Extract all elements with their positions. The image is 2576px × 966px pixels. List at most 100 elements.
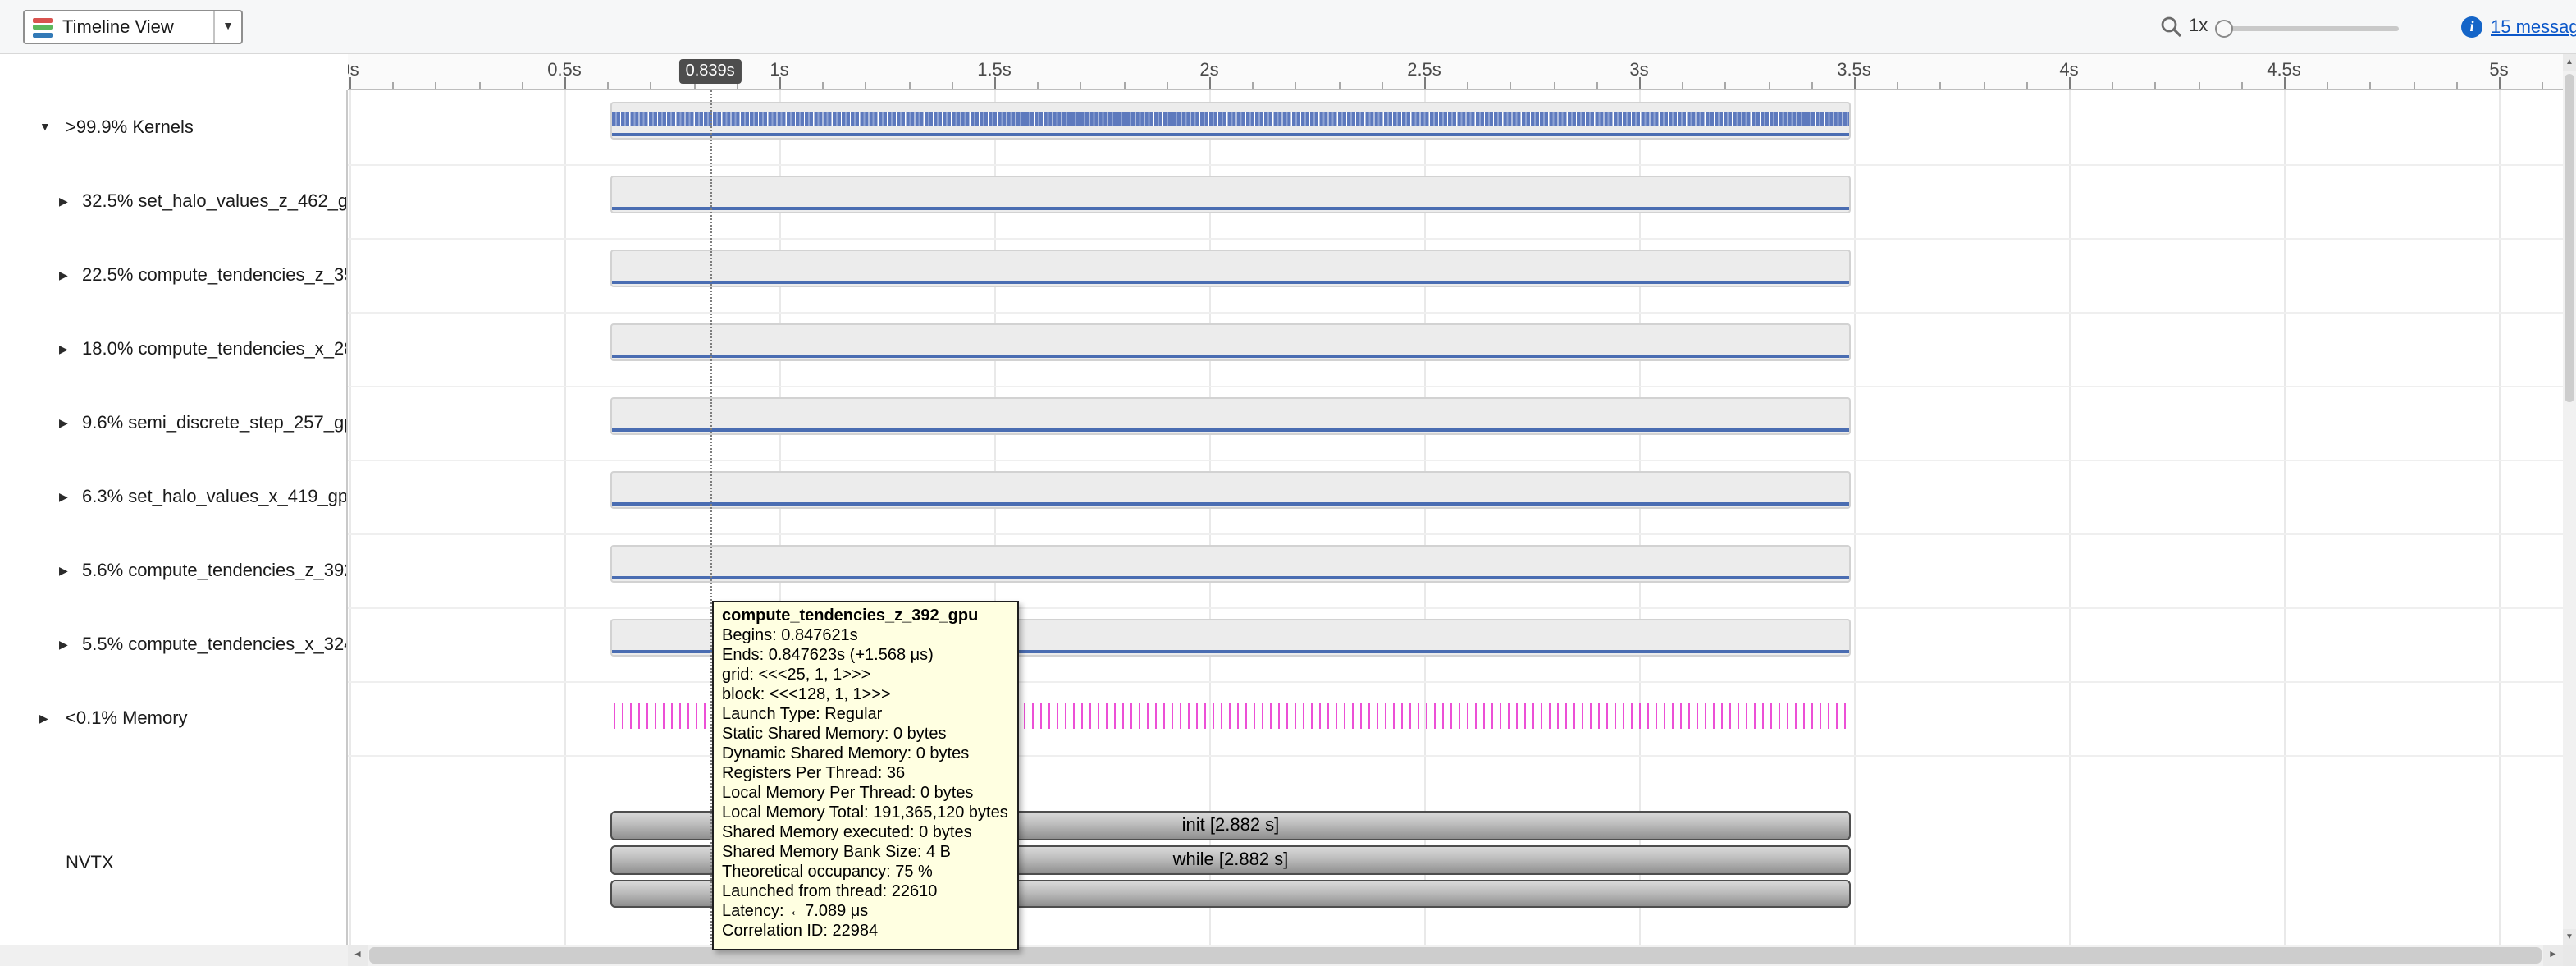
- tooltip-line: Launched from thread: 22610: [722, 883, 1008, 903]
- sidebar-row[interactable]: ▶ 5.6% compute_tendencies_z_392_gpu: [0, 533, 348, 607]
- tooltip-line: grid: <<<25, 1, 1>>>: [722, 666, 1008, 686]
- tooltip-line: Begins: 0.847621s: [722, 627, 1008, 647]
- tree-collapsed-icon[interactable]: ▶: [59, 195, 68, 208]
- ruler-tick-mark: [349, 77, 351, 89]
- tooltip-line: Local Memory Total: 191,365,120 bytes: [722, 804, 1008, 824]
- ruler-minor-tick: [2456, 82, 2458, 89]
- kernel-row-band[interactable]: [610, 471, 1851, 509]
- ruler-minor-tick: [1338, 82, 1340, 89]
- tree-collapsed-icon[interactable]: ▶: [59, 490, 68, 503]
- tooltip-line: Static Shared Memory: 0 bytes: [722, 726, 1008, 745]
- zoom-icon: [2159, 15, 2182, 38]
- timeline-canvas[interactable]: init [2.882 s]while [2.882 s]: [348, 90, 2563, 945]
- ruler-tick-mark: [779, 77, 781, 89]
- ruler-minor-tick: [2026, 82, 2028, 89]
- grid-line: [564, 90, 566, 945]
- row-separator: [348, 755, 2563, 757]
- view-selector-dropdown[interactable]: Timeline View ▼: [23, 10, 243, 44]
- sidebar-row[interactable]: ▶ 32.5% set_halo_values_z_462_gpu: [0, 164, 348, 238]
- tooltip-line: Theoretical occupancy: 75 %: [722, 863, 1008, 883]
- sidebar-row[interactable]: ▶ 5.5% compute_tendencies_x_324_gpu: [0, 607, 348, 681]
- ruler-minor-tick: [1596, 82, 1598, 89]
- sidebar-row-nvtx[interactable]: NVTX: [0, 826, 348, 900]
- tree-collapsed-icon[interactable]: ▶: [59, 342, 68, 355]
- tree-collapsed-icon[interactable]: ▶: [39, 712, 48, 725]
- kernel-activity-line: [612, 133, 1849, 136]
- toolbar: Timeline View ▼ 1x i 15 messages: [0, 0, 2576, 54]
- row-separator: [348, 238, 2563, 240]
- tooltip-line: Local Memory Per Thread: 0 bytes: [722, 785, 1008, 804]
- ruler-minor-tick: [2198, 82, 2199, 89]
- sidebar-row[interactable]: ▼ >99.9% Kernels: [0, 90, 348, 164]
- grid-line: [1854, 90, 1856, 945]
- kernel-row-band[interactable]: [610, 176, 1851, 213]
- ruler-minor-tick: [1382, 82, 1383, 89]
- messages-link[interactable]: 15 messages: [2491, 18, 2576, 38]
- zoom-slider[interactable]: [2215, 26, 2399, 31]
- tree-collapsed-icon[interactable]: ▶: [59, 268, 68, 282]
- kernel-row-band[interactable]: [610, 397, 1851, 435]
- kernel-activity-line: [612, 281, 1849, 284]
- info-icon[interactable]: i: [2461, 16, 2482, 38]
- ruler-tick-mark: [2499, 77, 2501, 89]
- row-separator: [348, 681, 2563, 683]
- tooltip-line: Shared Memory Bank Size: 4 B: [722, 844, 1008, 863]
- vertical-scrollbar-thumb[interactable]: [2565, 74, 2574, 402]
- ruler-minor-tick: [1983, 82, 1985, 89]
- ruler-tick-mark: [1854, 77, 1856, 89]
- tree-expanded-icon[interactable]: ▼: [39, 121, 51, 133]
- sidebar-row[interactable]: ▶18.0% compute_tendencies_x_286_gpu: [0, 312, 348, 386]
- grid-line: [349, 90, 351, 945]
- tree-collapsed-icon[interactable]: ▶: [59, 638, 68, 651]
- ruler-minor-tick: [1080, 82, 1082, 89]
- zoom-slider-thumb[interactable]: [2215, 20, 2233, 38]
- tooltip-line: Ends: 0.847623s (+1.568 μs): [722, 647, 1008, 666]
- kernel-activity-line: [612, 355, 1849, 358]
- sidebar-row-label: >99.9% Kernels: [66, 117, 194, 137]
- sidebar-row-label: 5.5% compute_tendencies_x_324_gpu: [82, 634, 348, 654]
- ruler-tick-mark: [1639, 77, 1641, 89]
- ruler-minor-tick: [436, 82, 437, 89]
- kernel-activity-line: [612, 207, 1849, 210]
- ruler-minor-tick: [1467, 82, 1468, 89]
- ruler-tick-mark: [2069, 77, 2071, 89]
- kernel-row-band[interactable]: [610, 250, 1851, 287]
- ruler-minor-tick: [2155, 82, 2157, 89]
- horizontal-scrollbar[interactable]: ◄ ►: [348, 945, 2563, 966]
- ruler-minor-tick: [2327, 82, 2328, 89]
- sidebar-row-label: 5.6% compute_tendencies_z_392_gpu: [82, 561, 348, 580]
- kernel-row-band[interactable]: [610, 102, 1851, 140]
- scroll-down-icon[interactable]: ▼: [2563, 929, 2576, 945]
- vertical-scrollbar[interactable]: ▲ ▼: [2563, 54, 2576, 945]
- sidebar-row[interactable]: ▶22.5% compute_tendencies_z_354_gpu: [0, 238, 348, 312]
- sidebar-row[interactable]: ▶9.6% semi_discrete_step_257_gpu: [0, 386, 348, 460]
- tree-collapsed-icon[interactable]: ▶: [59, 416, 68, 429]
- cursor-time-badge: 0.839s: [679, 59, 742, 84]
- kernel-row-band[interactable]: [610, 545, 1851, 583]
- ruler-minor-tick: [478, 82, 480, 89]
- tooltip-body: Begins: 0.847621sEnds: 0.847623s (+1.568…: [722, 627, 1008, 942]
- ruler-minor-tick: [866, 82, 867, 89]
- sidebar-row-label: <0.1% Memory: [66, 708, 188, 728]
- ruler-minor-tick: [1940, 82, 1942, 89]
- kernel-row-band[interactable]: [610, 323, 1851, 361]
- sidebar-row[interactable]: ▶6.3% set_halo_values_x_419_gpu: [0, 460, 348, 533]
- row-separator: [348, 312, 2563, 314]
- ruler-tick-mark: [994, 77, 996, 89]
- ruler-minor-tick: [522, 82, 523, 89]
- zoom-level-label: 1x: [2189, 16, 2208, 36]
- grid-line: [2499, 90, 2501, 945]
- scroll-up-icon[interactable]: ▲: [2563, 54, 2576, 71]
- scroll-right-icon[interactable]: ►: [2543, 945, 2563, 966]
- ruler-tick-mark: [564, 77, 566, 89]
- scroll-left-icon[interactable]: ◄: [348, 945, 368, 966]
- sidebar-row[interactable]: ▶ <0.1% Memory: [0, 681, 348, 755]
- grid-line: [2069, 90, 2071, 945]
- ruler-minor-tick: [1167, 82, 1168, 89]
- horizontal-scrollbar-thumb[interactable]: [369, 947, 2542, 964]
- kernel-activity-line: [612, 502, 1849, 506]
- row-separator: [348, 386, 2563, 387]
- sidebar-row-label: 32.5% set_halo_values_z_462_gpu: [82, 191, 348, 211]
- tree-collapsed-icon[interactable]: ▶: [59, 564, 68, 577]
- nvtx-label: NVTX: [66, 853, 114, 872]
